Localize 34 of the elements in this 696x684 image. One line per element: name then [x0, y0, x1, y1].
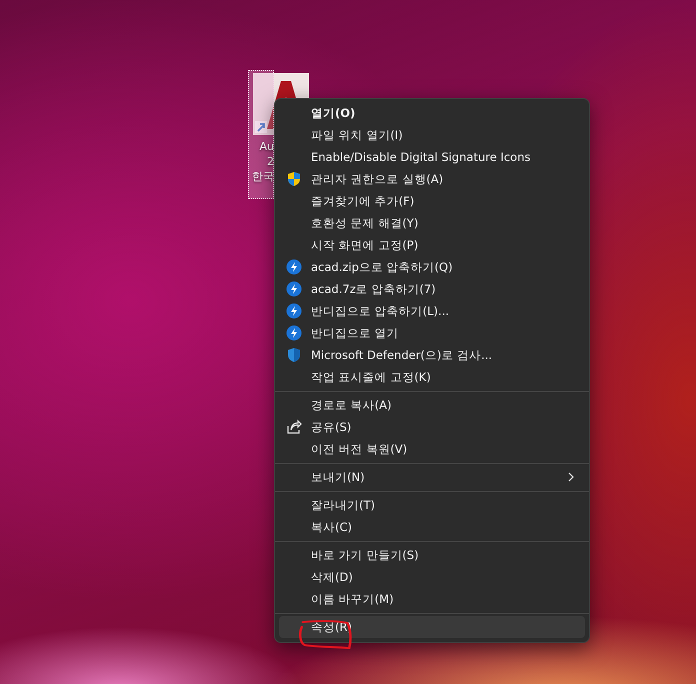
menu-item[interactable]: 호환성 문제 해결(Y) — [279, 212, 585, 234]
desktop-shortcut[interactable]: Au 2 한국 — [248, 70, 274, 199]
shield-icon — [286, 347, 302, 363]
shield-icon — [286, 171, 302, 187]
shortcut-label: 2 — [267, 154, 274, 169]
chevron-right-icon — [567, 472, 575, 482]
bolt-icon — [286, 259, 302, 275]
menu-item[interactable]: 경로로 복사(A) — [279, 394, 585, 416]
menu-item[interactable]: 열기(O) — [279, 102, 585, 124]
menu-item[interactable]: 잘라내기(T) — [279, 494, 585, 516]
menu-item[interactable]: 즐겨찾기에 추가(F) — [279, 190, 585, 212]
menu-item[interactable]: 바로 가기 만들기(S) — [279, 544, 585, 566]
menu-item[interactable]: acad.7z로 압축하기(7) — [279, 278, 585, 300]
menu-item[interactable]: 관리자 권한으로 실행(A) — [279, 168, 585, 190]
bolt-icon — [286, 325, 302, 341]
menu-item[interactable]: 시작 화면에 고정(P) — [279, 234, 585, 256]
menu-item[interactable]: 삭제(D) — [279, 566, 585, 588]
menu-item[interactable]: 이전 버전 복원(V) — [279, 438, 585, 460]
menu-item[interactable]: 공유(S) — [279, 416, 585, 438]
menu-item[interactable]: 이름 바꾸기(M) — [279, 588, 585, 610]
shortcut-label: 한국 — [252, 169, 274, 184]
shortcut-label: Au — [260, 139, 274, 154]
share-icon — [286, 419, 302, 435]
menu-item[interactable]: 파일 위치 열기(I) — [279, 124, 585, 146]
menu-item[interactable]: 작업 표시줄에 고정(K) — [279, 366, 585, 388]
bolt-icon — [286, 303, 302, 319]
menu-item[interactable]: 반디집으로 열기 — [279, 322, 585, 344]
menu-item[interactable]: 반디집으로 압축하기(L)... — [279, 300, 585, 322]
menu-item[interactable]: 보내기(N) — [279, 466, 585, 488]
menu-item[interactable]: 복사(C) — [279, 516, 585, 538]
bolt-icon — [286, 281, 302, 297]
menu-item[interactable]: Enable/Disable Digital Signature Icons — [279, 146, 585, 168]
menu-item[interactable]: acad.zip으로 압축하기(Q) — [279, 256, 585, 278]
menu-item[interactable]: Microsoft Defender(으)로 검사... — [279, 344, 585, 366]
